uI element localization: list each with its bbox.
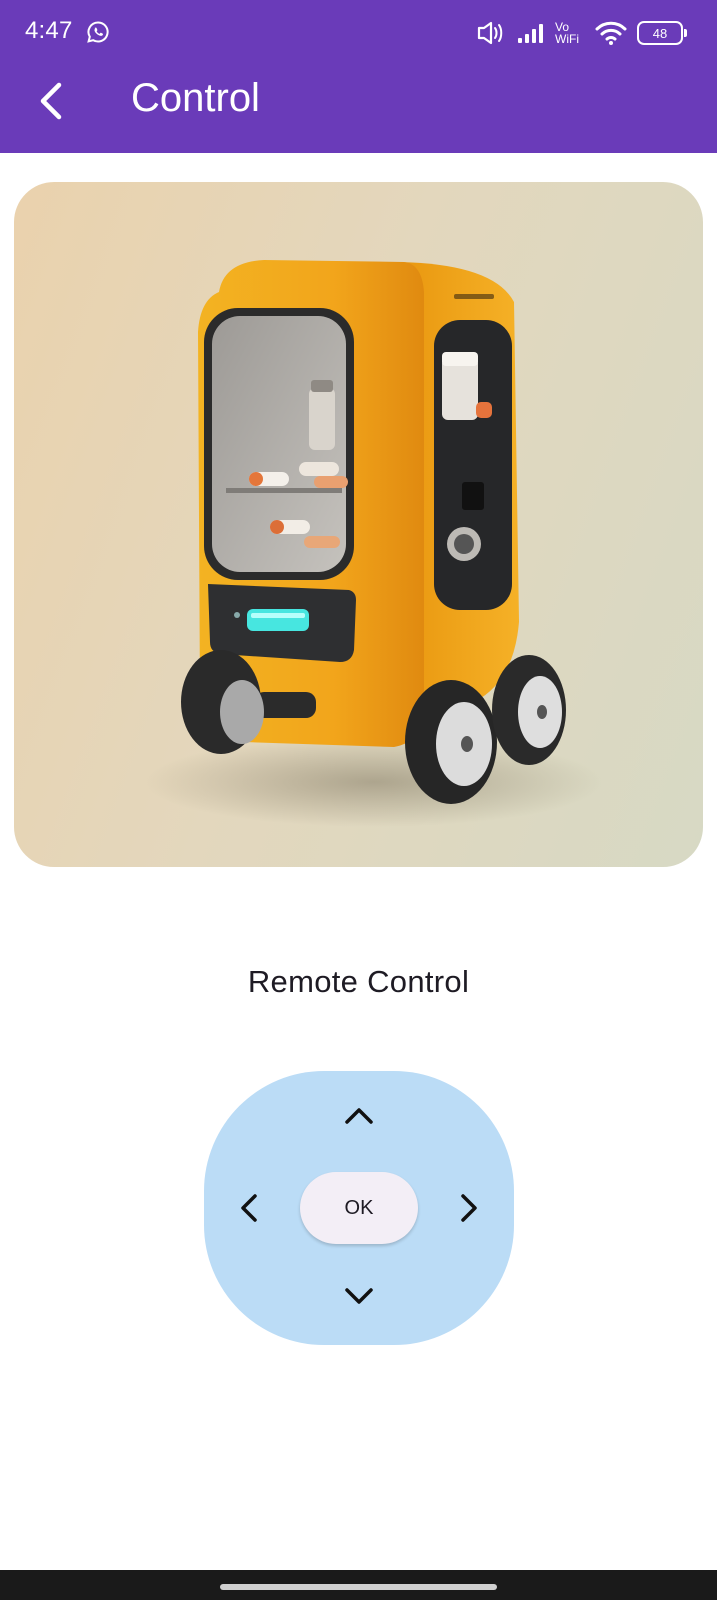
status-time: 4:47	[25, 17, 73, 44]
signal-icon	[518, 24, 543, 43]
vowifi-bottom-label: WiFi	[555, 32, 579, 46]
whatsapp-icon	[87, 21, 109, 43]
vowifi-indicator: Vo WiFi	[555, 21, 585, 45]
app-bar: 4:47 Vo WiFi 48 Control	[0, 0, 717, 153]
chevron-left-icon	[40, 82, 62, 120]
wifi-icon	[595, 21, 627, 45]
robot-illustration	[144, 260, 604, 827]
remote-control-title: Remote Control	[247, 964, 470, 999]
up-button[interactable]	[329, 1091, 389, 1141]
back-button[interactable]	[30, 74, 74, 128]
chevron-left-icon	[241, 1194, 257, 1222]
vibrate-icon	[477, 21, 503, 45]
right-button[interactable]	[444, 1178, 494, 1238]
left-button[interactable]	[224, 1178, 274, 1238]
down-button[interactable]	[329, 1271, 389, 1321]
direction-pad: OK	[204, 1071, 514, 1345]
robot-image	[14, 182, 703, 867]
chevron-down-icon	[345, 1288, 373, 1304]
battery-icon: 48	[637, 21, 687, 45]
chevron-up-icon	[345, 1108, 373, 1124]
battery-level: 48	[652, 25, 668, 41]
home-indicator[interactable]	[220, 1584, 497, 1590]
page-title: Control	[131, 76, 260, 120]
chevron-right-icon	[461, 1194, 477, 1222]
status-icons: Vo WiFi 48	[477, 17, 687, 49]
ok-button[interactable]: OK	[300, 1172, 418, 1244]
